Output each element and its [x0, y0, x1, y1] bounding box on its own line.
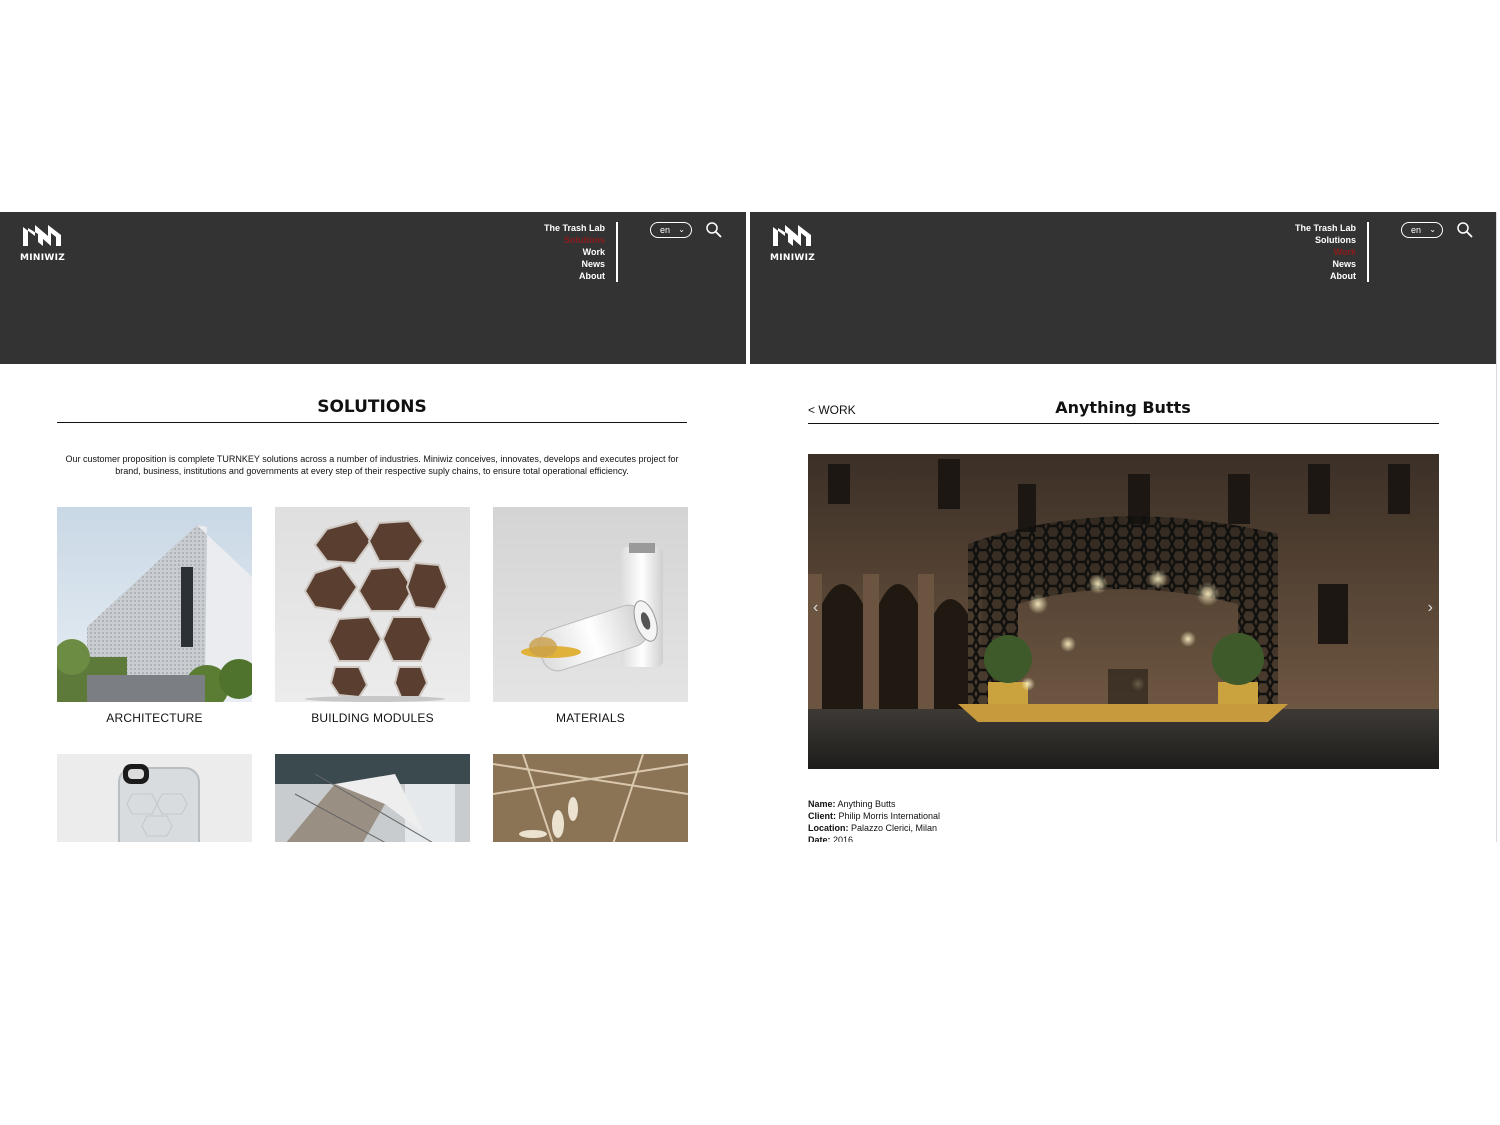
tile-label: BUILDING MODULES [311, 711, 434, 725]
nav-divider [616, 222, 618, 282]
exhibitions-image [493, 754, 688, 842]
chevron-down-icon: ⌄ [1429, 225, 1436, 234]
main-nav: The Trash Lab Solutions Work News About [1295, 222, 1356, 282]
tile-consumer-products[interactable] [57, 754, 252, 842]
building-modules-image [275, 507, 470, 702]
meta-key: Date: [808, 835, 831, 842]
tile-label: MATERIALS [556, 711, 625, 725]
tile-label: ARCHITECTURE [106, 711, 203, 725]
logo-link[interactable]: MINIWIZ [770, 221, 816, 263]
project-photo [808, 454, 1439, 769]
work-detail-page: MINIWIZ The Trash Lab Solutions Work New… [750, 212, 1497, 842]
meta-row-client: Client: Philip Morris International [808, 810, 940, 822]
meta-row-name: Name: Anything Butts [808, 798, 940, 810]
search-icon[interactable] [1456, 221, 1474, 239]
nav-item-news[interactable]: News [1295, 258, 1356, 270]
materials-image [493, 507, 688, 702]
meta-row-date: Date: 2016 [808, 834, 940, 842]
meta-key: Name: [808, 799, 836, 809]
chevron-right-icon[interactable]: › [1428, 599, 1433, 617]
chevron-down-icon: ⌄ [678, 225, 685, 234]
nav-item-news[interactable]: News [544, 258, 605, 270]
architecture-image [57, 507, 252, 702]
tile-building-modules[interactable]: BUILDING MODULES [275, 507, 470, 725]
site-header: MINIWIZ The Trash Lab Solutions Work New… [750, 212, 1496, 364]
meta-value: Anything Butts [835, 799, 896, 809]
nav-item-about[interactable]: About [1295, 270, 1356, 282]
title-divider [808, 423, 1439, 424]
nav-item-work[interactable]: Work [1295, 246, 1356, 258]
meta-row-location: Location: Palazzo Clerici, Milan [808, 822, 940, 834]
site-header: MINIWIZ The Trash Lab Solutions Work New… [0, 212, 746, 364]
language-value: en [660, 225, 671, 235]
meta-key: Client: [808, 811, 836, 821]
interiors-image [275, 754, 470, 842]
nav-item-work[interactable]: Work [544, 246, 605, 258]
nav-item-solutions[interactable]: Solutions [1295, 234, 1356, 246]
tile-exhibitions[interactable] [493, 754, 688, 842]
project-meta: Name: Anything Butts Client: Philip Morr… [808, 798, 940, 842]
tile-interiors[interactable] [275, 754, 470, 842]
meta-value: 2016 [830, 835, 854, 842]
intro-text: Our customer proposition is complete TUR… [65, 454, 679, 476]
tile-architecture[interactable]: ARCHITECTURE [57, 507, 252, 725]
nav-item-solutions[interactable]: Solutions [544, 234, 605, 246]
solutions-page: MINIWIZ The Trash Lab Solutions Work New… [0, 212, 746, 842]
language-value: en [1411, 225, 1422, 235]
meta-value: Palazzo Clerici, Milan [848, 823, 938, 833]
miniwiz-logo-icon [773, 225, 811, 246]
project-gallery: ‹ › [808, 454, 1439, 769]
nav-item-trash-lab[interactable]: The Trash Lab [544, 222, 605, 234]
title-divider [57, 422, 687, 423]
chevron-left-icon[interactable]: ‹ [813, 599, 818, 617]
phone-case-image [57, 754, 252, 842]
search-icon[interactable] [705, 221, 723, 239]
logo-text: MINIWIZ [20, 253, 66, 263]
nav-divider [1367, 222, 1369, 282]
project-title: Anything Butts [1055, 398, 1191, 417]
nav-item-about[interactable]: About [544, 270, 605, 282]
logo-text: MINIWIZ [770, 253, 816, 263]
miniwiz-logo-icon [23, 225, 61, 246]
meta-value: Philip Morris International [836, 811, 941, 821]
tile-materials[interactable]: MATERIALS [493, 507, 688, 725]
logo-link[interactable]: MINIWIZ [20, 221, 66, 263]
language-select[interactable]: en ⌄ [1401, 222, 1443, 238]
language-select[interactable]: en ⌄ [650, 222, 692, 238]
meta-key: Location: [808, 823, 849, 833]
main-nav: The Trash Lab Solutions Work News About [544, 222, 605, 282]
page-title: SOLUTIONS [317, 397, 427, 417]
nav-item-trash-lab[interactable]: The Trash Lab [1295, 222, 1356, 234]
